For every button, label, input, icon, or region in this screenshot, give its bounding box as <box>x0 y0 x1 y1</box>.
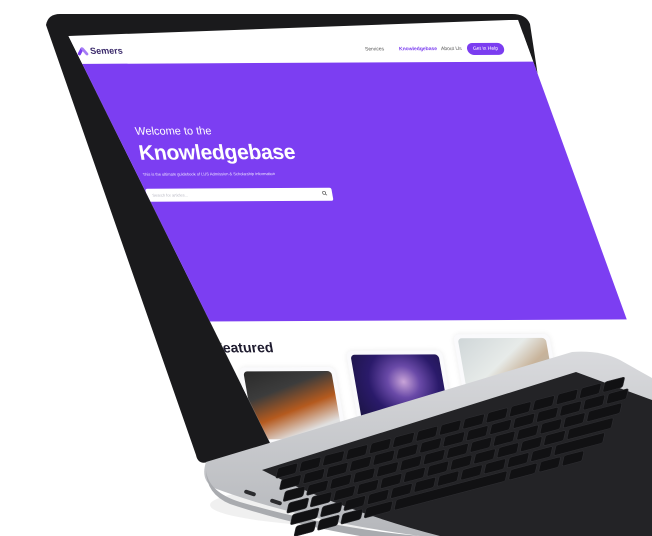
laptop-mockup: Semers Services Knowledgebase About Us G… <box>0 0 652 536</box>
laptop-base <box>204 351 652 536</box>
